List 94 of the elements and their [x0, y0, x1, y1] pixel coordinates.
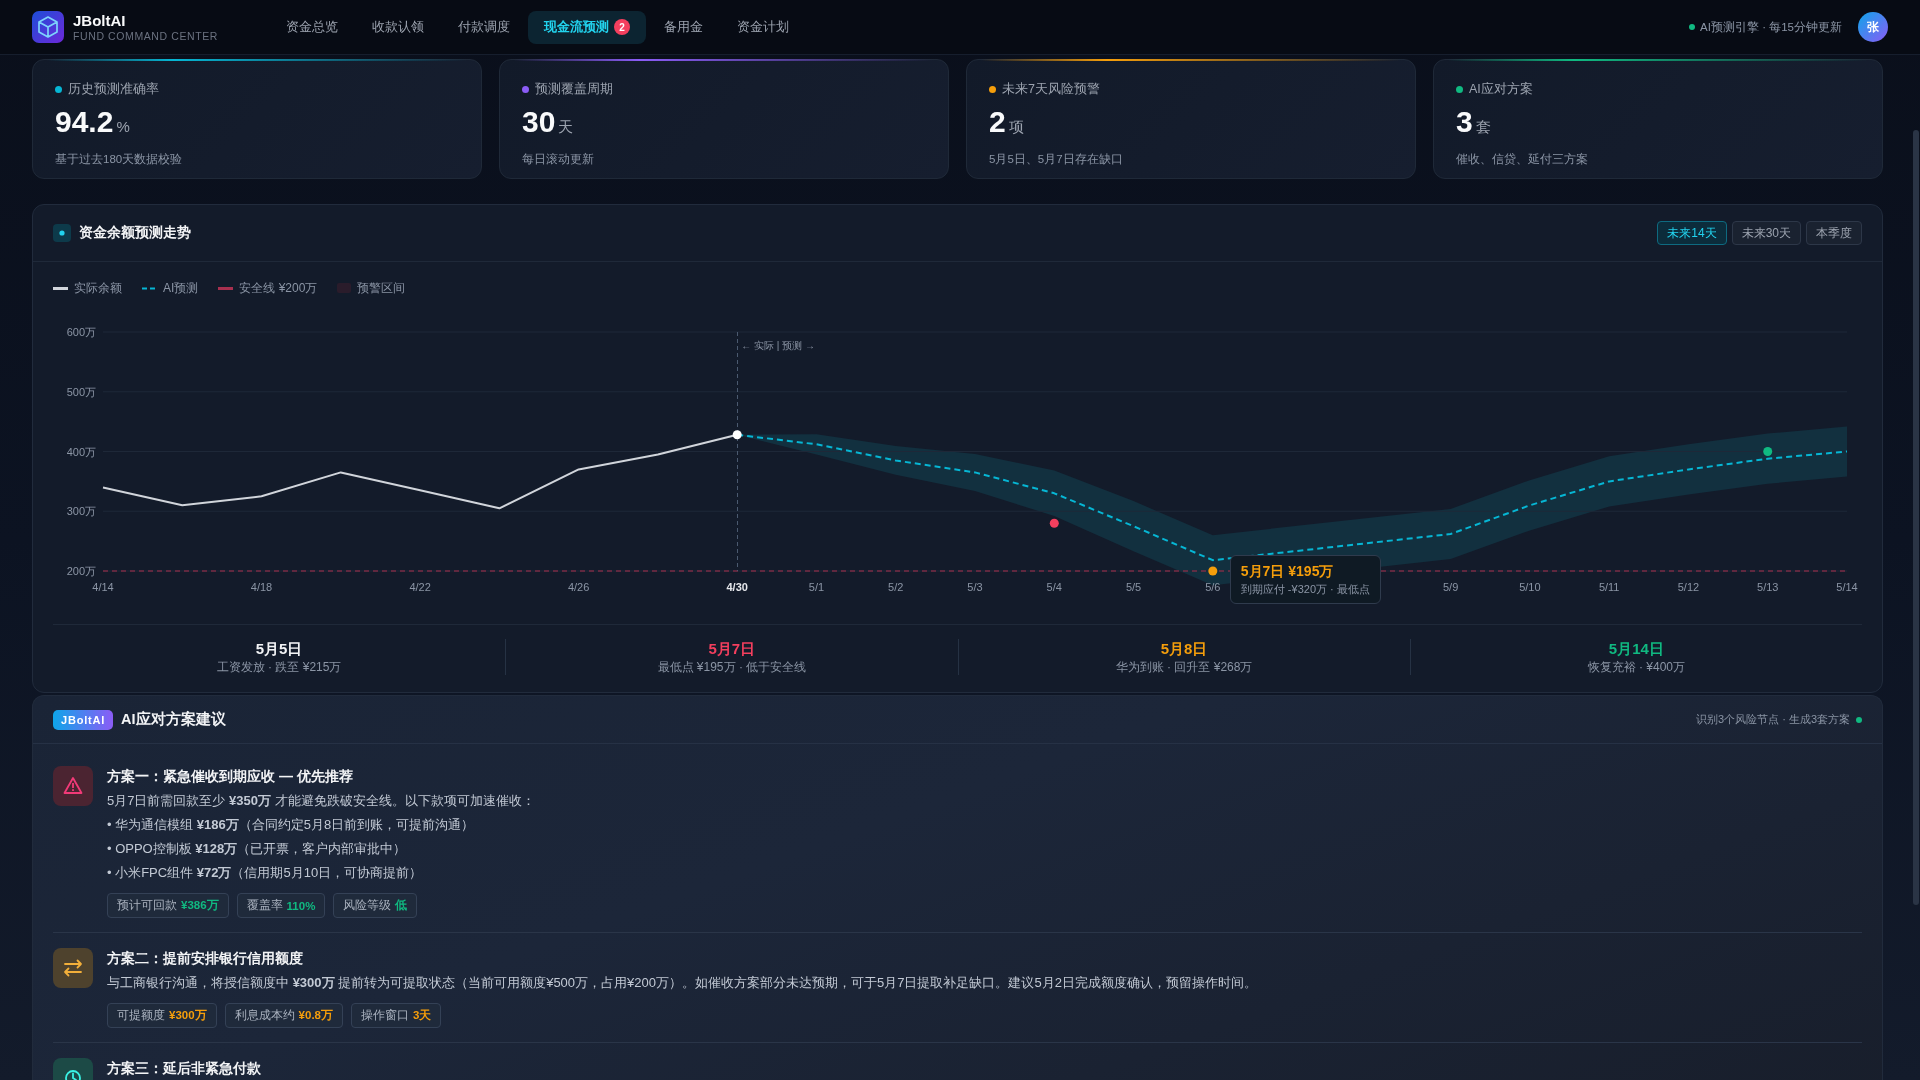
stat-value: 30	[522, 104, 556, 140]
stat-unit: %	[116, 117, 130, 137]
legend-label: 预警区间	[357, 279, 406, 297]
app-name: JBoltAI	[73, 11, 127, 30]
x-axis-label: 5/6	[1205, 581, 1221, 593]
x-axis-label: 4/26	[567, 581, 590, 593]
y-axis-label: 600万	[66, 326, 96, 338]
x-axis-label: 5/9	[1443, 581, 1459, 593]
range-button[interactable]: 未来14天	[1657, 221, 1727, 245]
bullet-item: • 小米FPC组件 ¥72万（信用期5月10日，可协商提前）	[107, 864, 424, 882]
x-axis-label: 5/13	[1757, 581, 1779, 593]
milestone-date: 5月5日	[255, 639, 303, 659]
x-axis-label: 4/30	[726, 581, 748, 593]
nav-tab[interactable]: 付款调度	[442, 10, 526, 44]
stat-unit: 项	[1008, 117, 1024, 137]
stat-value: 3	[1456, 104, 1473, 140]
stat-note: 催收、信贷、延付三方案	[1456, 152, 1589, 167]
user-avatar[interactable]: 张	[1858, 12, 1888, 42]
stat-value: 2	[989, 104, 1006, 140]
legend-label: AI预测	[163, 279, 199, 297]
tag-value: 低	[395, 898, 408, 913]
x-axis-label: 5/11	[1598, 581, 1620, 593]
x-axis-label: 4/22	[409, 581, 431, 593]
nav-tab[interactable]: 收款认领	[356, 10, 440, 44]
tag-value: ¥0.8万	[298, 1008, 333, 1023]
milestone-note: 最低点 ¥195万 · 低于安全线	[657, 659, 807, 675]
y-axis-label: 200万	[66, 565, 96, 577]
milestone-note: 工资发放 · 跌至 ¥215万	[216, 659, 342, 675]
nav-tab[interactable]: 资金总览	[270, 10, 354, 44]
stat-note: 基于过去180天数据校验	[55, 152, 184, 167]
divider-label: ← 实际 | 预测 →	[741, 340, 815, 351]
stat-note: 每日滚动更新	[522, 152, 595, 167]
y-axis-label: 500万	[66, 385, 96, 398]
milestone-date: 5月7日	[708, 639, 756, 659]
plan-title: 方案一：紧急催收到期应收 — 优先推荐	[107, 767, 354, 786]
stat-value: 94.2	[55, 104, 114, 140]
tooltip-text: 到期应付 -¥320万 · 最低点	[1240, 582, 1370, 596]
ai-summary: 识别3个风险节点 · 生成3套方案	[1696, 712, 1850, 727]
tag-value: ¥300万	[169, 1008, 207, 1023]
nav-tab[interactable]: 备用金	[648, 10, 719, 44]
tag-value: 3天	[413, 1008, 432, 1023]
bullet-item: • 华为通信模组 ¥186万（合同约定5月8日前到账，可提前沟通）	[107, 816, 476, 834]
legend-label: 实际余额	[74, 279, 122, 297]
stat-label: 历史预测准确率	[68, 81, 159, 98]
range-button[interactable]: 未来30天	[1731, 221, 1801, 245]
x-axis-label: 5/4	[1046, 581, 1062, 593]
y-axis-label: 400万	[66, 445, 96, 458]
range-button[interactable]: 本季度	[1806, 221, 1862, 245]
milestone-date: 5月14日	[1608, 639, 1664, 659]
stat-note: 5月5日、5月7日存在缺口	[989, 152, 1124, 167]
x-axis-label: 5/2	[888, 581, 904, 593]
stat-label: 预测覆盖周期	[535, 81, 613, 98]
data-point-icon	[732, 430, 742, 440]
tag-label: 风险等级	[343, 898, 392, 913]
plan-title: 方案三：延后非紧急付款	[107, 1059, 262, 1078]
app-subtitle: FUND COMMAND CENTER	[73, 29, 218, 43]
milestone-note: 恢复充裕 · ¥400万	[1587, 659, 1686, 675]
x-axis-label: 5/5	[1125, 581, 1142, 593]
brand-badge: JBoltAI	[53, 709, 114, 730]
x-axis-label: 5/3	[967, 581, 983, 593]
plan-title: 方案二：提前安排银行信用额度	[107, 949, 304, 968]
tag-value: ¥386万	[181, 898, 219, 913]
tag-label: 可提额度	[117, 1008, 165, 1023]
count-badge: 2	[614, 19, 630, 35]
x-axis-label: 5/14	[1836, 581, 1858, 593]
milestone-date: 5月8日	[1160, 639, 1208, 659]
panel-title: 资金余额预测走势	[79, 224, 191, 242]
x-axis-label: 4/14	[92, 581, 114, 593]
x-axis-label: 5/12	[1677, 581, 1700, 593]
stat-label: AI应对方案	[1469, 81, 1533, 98]
logo-icon	[32, 11, 64, 43]
tag-label: 预计可回款	[117, 898, 177, 913]
y-axis-label: 300万	[66, 505, 96, 518]
stat-unit: 天	[558, 117, 574, 137]
bullet-item: • OPPO控制板 ¥128万（已开票，客户内部审批中）	[107, 840, 408, 858]
nav-tab[interactable]: 现金流预测 2	[528, 10, 646, 44]
tooltip-title: 5月7日 ¥195万	[1240, 562, 1335, 580]
plan-description: 与工商银行沟通，将授信额度中 ¥300万 提前转为可提取状态（当前可用额度¥500万，占用¥200万）。如催收方案部分未达预期，可于5月7日提取补足缺口。建议5月2日完成额度确认，预留操作时间。	[107, 974, 1258, 992]
x-axis-label: 4/18	[250, 581, 273, 593]
stat-label: 未来7天风险预警	[1002, 81, 1100, 98]
scrollbar-thumb[interactable]	[1913, 130, 1919, 905]
stat-unit: 套	[1475, 117, 1491, 137]
tag-label: 覆盖率	[246, 898, 283, 913]
tag-label: 操作窗口	[361, 1008, 409, 1023]
x-axis-label: 5/1	[808, 581, 825, 593]
nav-tab[interactable]: 资金计划	[721, 10, 805, 44]
tag-value: 110%	[286, 899, 316, 912]
x-axis-label: 5/10	[1519, 581, 1541, 593]
legend-label: 安全线 ¥200万	[239, 279, 318, 297]
tag-label: 利息成本约	[234, 1008, 295, 1023]
plan-description: 5月7日前需回款至少 ¥350万 才能避免跌破安全线。以下款项可加速催收：	[107, 792, 536, 810]
panel-title: AI应对方案建议	[121, 710, 226, 729]
engine-status: AI预测引擎 · 每15分钟更新	[1700, 19, 1842, 35]
milestone-note: 华为到账 · 回升至 ¥268万	[1115, 659, 1253, 675]
